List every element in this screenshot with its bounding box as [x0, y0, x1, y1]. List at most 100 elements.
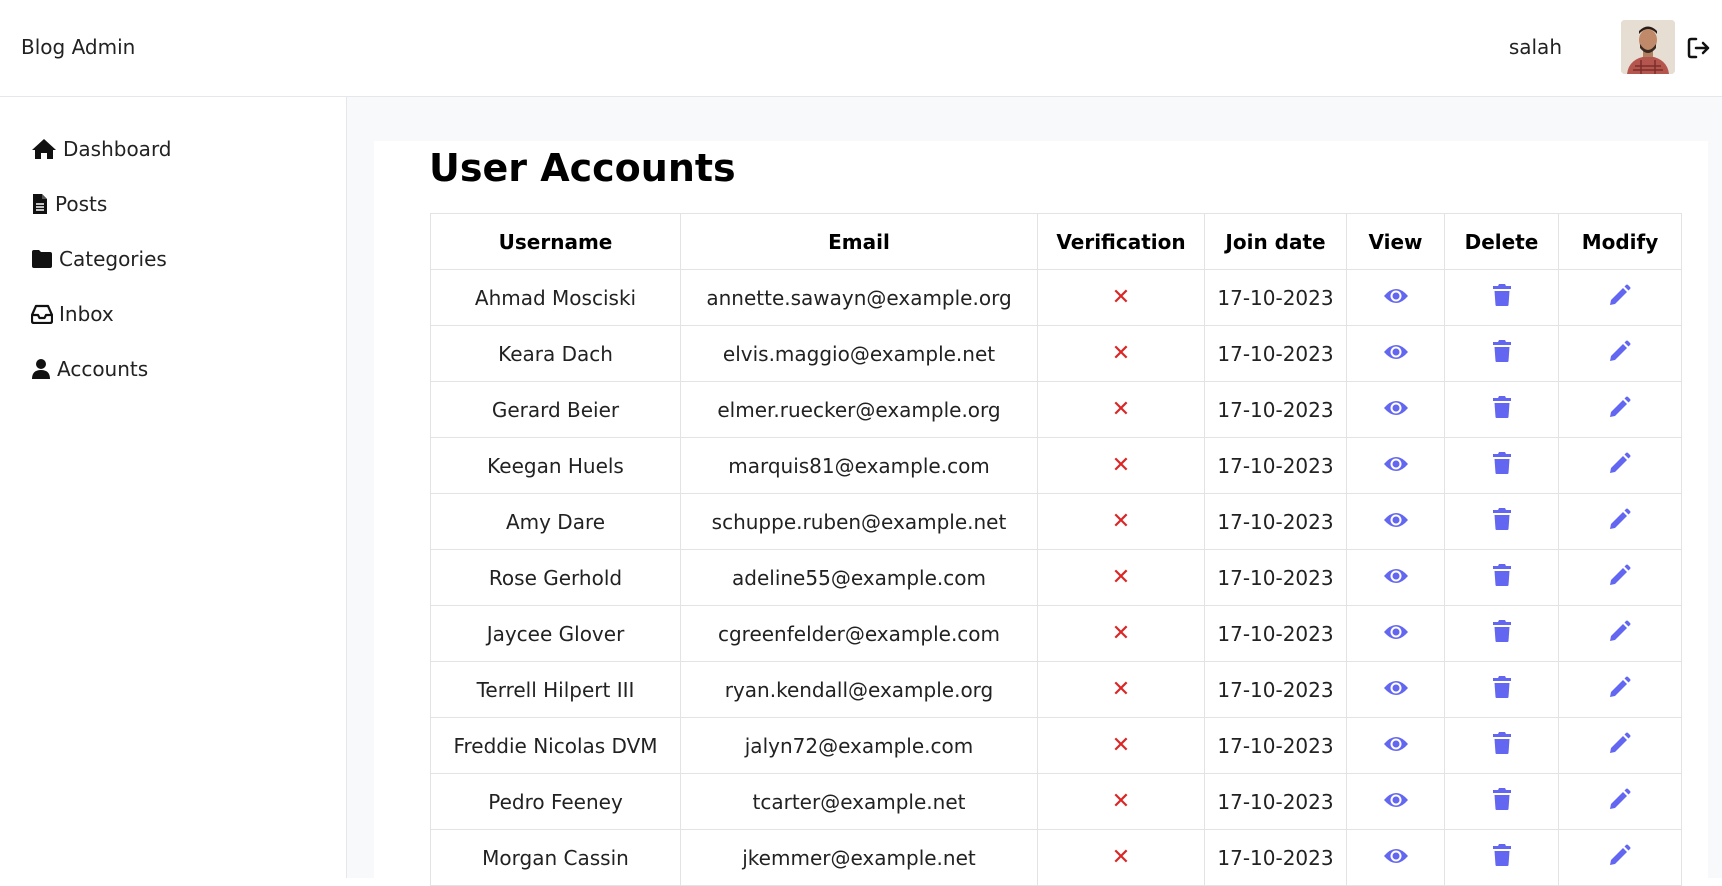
cell-join-date: 17-10-2023: [1204, 269, 1347, 326]
column-header-delete: Delete: [1444, 213, 1559, 270]
unverified-x-icon: ✕: [1111, 789, 1131, 814]
cell-view: [1346, 325, 1445, 382]
cell-join-date: 17-10-2023: [1204, 493, 1347, 550]
trash-icon[interactable]: [1492, 787, 1512, 816]
cell-delete: [1444, 549, 1559, 606]
cell-modify: [1558, 325, 1682, 382]
cell-modify: [1558, 549, 1682, 606]
cell-email: jalyn72@example.com: [680, 717, 1038, 774]
table-row: Amy Dare schuppe.ruben@example.net ✕ 17-10-…: [430, 493, 1682, 550]
unverified-x-icon: ✕: [1111, 565, 1131, 590]
pencil-icon[interactable]: [1608, 451, 1632, 480]
trash-icon[interactable]: [1492, 731, 1512, 760]
cell-modify: [1558, 605, 1682, 662]
sidebar-item-posts[interactable]: Posts: [31, 189, 107, 219]
cell-username: Jaycee Glover: [430, 605, 681, 662]
user-icon: [32, 359, 50, 379]
sidebar-item-label: Categories: [59, 247, 167, 271]
cell-modify: [1558, 437, 1682, 494]
trash-icon[interactable]: [1492, 507, 1512, 536]
cell-email: tcarter@example.net: [680, 773, 1038, 830]
eye-icon[interactable]: [1383, 846, 1409, 871]
pencil-icon[interactable]: [1608, 619, 1632, 648]
trash-icon[interactable]: [1492, 395, 1512, 424]
logout-icon[interactable]: [1686, 35, 1712, 61]
trash-icon[interactable]: [1492, 451, 1512, 480]
cell-verification: ✕: [1037, 269, 1205, 326]
cell-view: [1346, 549, 1445, 606]
cell-delete: [1444, 437, 1559, 494]
table-header-row: Username Email Verification Join date Vi…: [430, 213, 1682, 270]
unverified-x-icon: ✕: [1111, 285, 1131, 310]
eye-icon[interactable]: [1383, 622, 1409, 647]
pencil-icon[interactable]: [1608, 283, 1632, 312]
inbox-icon: [31, 304, 53, 324]
eye-icon[interactable]: [1383, 790, 1409, 815]
sidebar-item-inbox[interactable]: Inbox: [31, 299, 114, 329]
eye-icon[interactable]: [1383, 286, 1409, 311]
sidebar-item-categories[interactable]: Categories: [31, 244, 167, 274]
cell-modify: [1558, 269, 1682, 326]
brand-title[interactable]: Blog Admin: [21, 35, 135, 59]
cell-verification: ✕: [1037, 605, 1205, 662]
sidebar-item-dashboard[interactable]: Dashboard: [31, 134, 172, 164]
cell-email: elmer.ruecker@example.org: [680, 381, 1038, 438]
eye-icon[interactable]: [1383, 566, 1409, 591]
user-name: salah: [1508, 35, 1562, 59]
column-header-modify: Modify: [1558, 213, 1682, 270]
eye-icon[interactable]: [1383, 342, 1409, 367]
cell-view: [1346, 493, 1445, 550]
pencil-icon[interactable]: [1608, 395, 1632, 424]
top-bar: Blog Admin salah: [0, 0, 1722, 97]
cell-join-date: 17-10-2023: [1204, 605, 1347, 662]
pencil-icon[interactable]: [1608, 731, 1632, 760]
pencil-icon[interactable]: [1608, 339, 1632, 368]
trash-icon[interactable]: [1492, 619, 1512, 648]
trash-icon[interactable]: [1492, 843, 1512, 872]
trash-icon[interactable]: [1492, 563, 1512, 592]
eye-icon[interactable]: [1383, 398, 1409, 423]
pencil-icon[interactable]: [1608, 507, 1632, 536]
cell-view: [1346, 829, 1445, 886]
cell-email: marquis81@example.com: [680, 437, 1038, 494]
cell-view: [1346, 437, 1445, 494]
cell-email: elvis.maggio@example.net: [680, 325, 1038, 382]
table-row: Keara Dach elvis.maggio@example.net ✕ 17-10…: [430, 325, 1682, 382]
pencil-icon[interactable]: [1608, 675, 1632, 704]
cell-verification: ✕: [1037, 381, 1205, 438]
eye-icon[interactable]: [1383, 510, 1409, 535]
cell-delete: [1444, 829, 1559, 886]
cell-join-date: 17-10-2023: [1204, 773, 1347, 830]
cell-join-date: 17-10-2023: [1204, 549, 1347, 606]
cell-modify: [1558, 661, 1682, 718]
pencil-icon[interactable]: [1608, 843, 1632, 872]
eye-icon[interactable]: [1383, 734, 1409, 759]
avatar[interactable]: [1621, 20, 1675, 74]
cell-verification: ✕: [1037, 325, 1205, 382]
unverified-x-icon: ✕: [1111, 341, 1131, 366]
cell-verification: ✕: [1037, 773, 1205, 830]
trash-icon[interactable]: [1492, 675, 1512, 704]
pencil-icon[interactable]: [1608, 563, 1632, 592]
trash-icon[interactable]: [1492, 339, 1512, 368]
pencil-icon[interactable]: [1608, 787, 1632, 816]
cell-view: [1346, 661, 1445, 718]
cell-modify: [1558, 493, 1682, 550]
cell-verification: ✕: [1037, 829, 1205, 886]
trash-icon[interactable]: [1492, 283, 1512, 312]
cell-username: Freddie Nicolas DVM: [430, 717, 681, 774]
sidebar-item-accounts[interactable]: Accounts: [31, 354, 148, 384]
cell-verification: ✕: [1037, 549, 1205, 606]
eye-icon[interactable]: [1383, 678, 1409, 703]
page-title: User Accounts: [429, 146, 736, 190]
eye-icon[interactable]: [1383, 454, 1409, 479]
unverified-x-icon: ✕: [1111, 621, 1131, 646]
cell-email: annette.sawayn@example.org: [680, 269, 1038, 326]
column-header-verification: Verification: [1037, 213, 1205, 270]
sidebar: Dashboard Posts Categories Inbox Account…: [0, 97, 347, 878]
cell-delete: [1444, 325, 1559, 382]
cell-delete: [1444, 381, 1559, 438]
cell-verification: ✕: [1037, 661, 1205, 718]
unverified-x-icon: ✕: [1111, 453, 1131, 478]
cell-view: [1346, 773, 1445, 830]
